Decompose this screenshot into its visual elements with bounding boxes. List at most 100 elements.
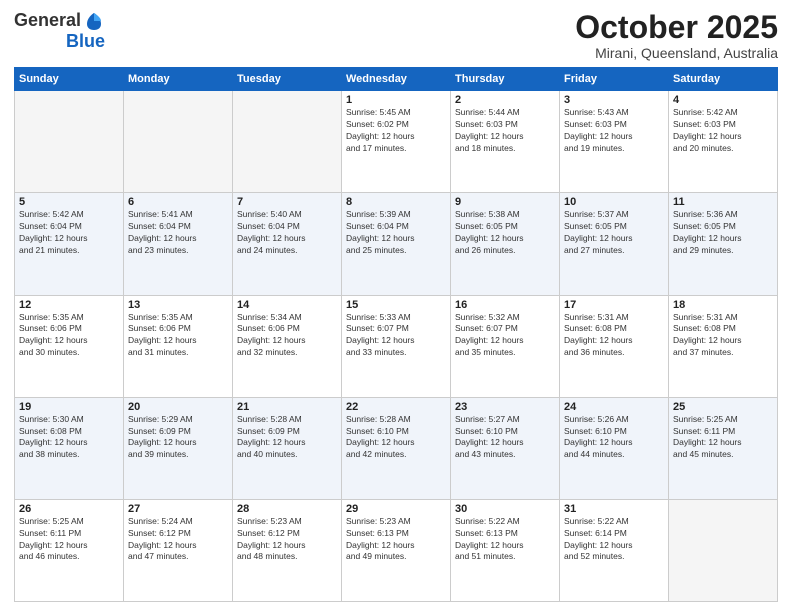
day-info: Sunrise: 5:31 AM Sunset: 6:08 PM Dayligh… [564, 312, 664, 360]
day-number: 12 [19, 299, 119, 311]
table-row [669, 499, 778, 601]
table-row: 22Sunrise: 5:28 AM Sunset: 6:10 PM Dayli… [342, 397, 451, 499]
day-number: 17 [564, 299, 664, 311]
day-number: 1 [346, 94, 446, 106]
day-info: Sunrise: 5:39 AM Sunset: 6:04 PM Dayligh… [346, 209, 446, 257]
table-row: 29Sunrise: 5:23 AM Sunset: 6:13 PM Dayli… [342, 499, 451, 601]
calendar-week-row: 1Sunrise: 5:45 AM Sunset: 6:02 PM Daylig… [15, 91, 778, 193]
day-info: Sunrise: 5:35 AM Sunset: 6:06 PM Dayligh… [19, 312, 119, 360]
table-row: 17Sunrise: 5:31 AM Sunset: 6:08 PM Dayli… [560, 295, 669, 397]
day-number: 29 [346, 503, 446, 515]
day-number: 24 [564, 401, 664, 413]
table-row: 9Sunrise: 5:38 AM Sunset: 6:05 PM Daylig… [451, 193, 560, 295]
day-info: Sunrise: 5:25 AM Sunset: 6:11 PM Dayligh… [19, 516, 119, 564]
table-row: 26Sunrise: 5:25 AM Sunset: 6:11 PM Dayli… [15, 499, 124, 601]
day-info: Sunrise: 5:37 AM Sunset: 6:05 PM Dayligh… [564, 209, 664, 257]
header-saturday: Saturday [669, 68, 778, 91]
header-wednesday: Wednesday [342, 68, 451, 91]
table-row: 25Sunrise: 5:25 AM Sunset: 6:11 PM Dayli… [669, 397, 778, 499]
day-number: 16 [455, 299, 555, 311]
day-info: Sunrise: 5:38 AM Sunset: 6:05 PM Dayligh… [455, 209, 555, 257]
day-info: Sunrise: 5:42 AM Sunset: 6:03 PM Dayligh… [673, 107, 773, 155]
table-row: 16Sunrise: 5:32 AM Sunset: 6:07 PM Dayli… [451, 295, 560, 397]
table-row: 30Sunrise: 5:22 AM Sunset: 6:13 PM Dayli… [451, 499, 560, 601]
day-info: Sunrise: 5:30 AM Sunset: 6:08 PM Dayligh… [19, 414, 119, 462]
table-row: 8Sunrise: 5:39 AM Sunset: 6:04 PM Daylig… [342, 193, 451, 295]
calendar-week-row: 12Sunrise: 5:35 AM Sunset: 6:06 PM Dayli… [15, 295, 778, 397]
calendar-title: October 2025 [575, 10, 778, 45]
logo-icon [83, 10, 105, 32]
day-info: Sunrise: 5:42 AM Sunset: 6:04 PM Dayligh… [19, 209, 119, 257]
day-number: 10 [564, 196, 664, 208]
day-number: 11 [673, 196, 773, 208]
table-row [124, 91, 233, 193]
day-number: 27 [128, 503, 228, 515]
logo: General Blue [14, 10, 105, 52]
calendar-subtitle: Mirani, Queensland, Australia [575, 45, 778, 61]
logo-general-text: General [14, 11, 81, 31]
day-number: 3 [564, 94, 664, 106]
day-number: 8 [346, 196, 446, 208]
day-info: Sunrise: 5:28 AM Sunset: 6:09 PM Dayligh… [237, 414, 337, 462]
table-row: 5Sunrise: 5:42 AM Sunset: 6:04 PM Daylig… [15, 193, 124, 295]
day-number: 14 [237, 299, 337, 311]
calendar-week-row: 5Sunrise: 5:42 AM Sunset: 6:04 PM Daylig… [15, 193, 778, 295]
calendar-table: Sunday Monday Tuesday Wednesday Thursday… [14, 67, 778, 602]
day-info: Sunrise: 5:40 AM Sunset: 6:04 PM Dayligh… [237, 209, 337, 257]
day-info: Sunrise: 5:23 AM Sunset: 6:12 PM Dayligh… [237, 516, 337, 564]
day-info: Sunrise: 5:25 AM Sunset: 6:11 PM Dayligh… [673, 414, 773, 462]
table-row: 24Sunrise: 5:26 AM Sunset: 6:10 PM Dayli… [560, 397, 669, 499]
table-row: 6Sunrise: 5:41 AM Sunset: 6:04 PM Daylig… [124, 193, 233, 295]
table-row [233, 91, 342, 193]
day-number: 18 [673, 299, 773, 311]
table-row: 1Sunrise: 5:45 AM Sunset: 6:02 PM Daylig… [342, 91, 451, 193]
day-number: 26 [19, 503, 119, 515]
day-number: 4 [673, 94, 773, 106]
day-info: Sunrise: 5:29 AM Sunset: 6:09 PM Dayligh… [128, 414, 228, 462]
table-row: 2Sunrise: 5:44 AM Sunset: 6:03 PM Daylig… [451, 91, 560, 193]
day-info: Sunrise: 5:35 AM Sunset: 6:06 PM Dayligh… [128, 312, 228, 360]
table-row: 31Sunrise: 5:22 AM Sunset: 6:14 PM Dayli… [560, 499, 669, 601]
header-thursday: Thursday [451, 68, 560, 91]
day-info: Sunrise: 5:28 AM Sunset: 6:10 PM Dayligh… [346, 414, 446, 462]
weekday-header-row: Sunday Monday Tuesday Wednesday Thursday… [15, 68, 778, 91]
day-info: Sunrise: 5:41 AM Sunset: 6:04 PM Dayligh… [128, 209, 228, 257]
table-row: 23Sunrise: 5:27 AM Sunset: 6:10 PM Dayli… [451, 397, 560, 499]
table-row: 11Sunrise: 5:36 AM Sunset: 6:05 PM Dayli… [669, 193, 778, 295]
day-info: Sunrise: 5:23 AM Sunset: 6:13 PM Dayligh… [346, 516, 446, 564]
calendar-week-row: 19Sunrise: 5:30 AM Sunset: 6:08 PM Dayli… [15, 397, 778, 499]
day-number: 23 [455, 401, 555, 413]
table-row: 21Sunrise: 5:28 AM Sunset: 6:09 PM Dayli… [233, 397, 342, 499]
day-info: Sunrise: 5:32 AM Sunset: 6:07 PM Dayligh… [455, 312, 555, 360]
calendar-week-row: 26Sunrise: 5:25 AM Sunset: 6:11 PM Dayli… [15, 499, 778, 601]
table-row: 20Sunrise: 5:29 AM Sunset: 6:09 PM Dayli… [124, 397, 233, 499]
day-number: 15 [346, 299, 446, 311]
day-info: Sunrise: 5:31 AM Sunset: 6:08 PM Dayligh… [673, 312, 773, 360]
day-number: 6 [128, 196, 228, 208]
table-row: 19Sunrise: 5:30 AM Sunset: 6:08 PM Dayli… [15, 397, 124, 499]
day-number: 20 [128, 401, 228, 413]
day-info: Sunrise: 5:36 AM Sunset: 6:05 PM Dayligh… [673, 209, 773, 257]
day-number: 28 [237, 503, 337, 515]
header-friday: Friday [560, 68, 669, 91]
table-row: 27Sunrise: 5:24 AM Sunset: 6:12 PM Dayli… [124, 499, 233, 601]
day-number: 9 [455, 196, 555, 208]
header-sunday: Sunday [15, 68, 124, 91]
table-row: 28Sunrise: 5:23 AM Sunset: 6:12 PM Dayli… [233, 499, 342, 601]
day-info: Sunrise: 5:33 AM Sunset: 6:07 PM Dayligh… [346, 312, 446, 360]
day-number: 31 [564, 503, 664, 515]
table-row: 18Sunrise: 5:31 AM Sunset: 6:08 PM Dayli… [669, 295, 778, 397]
table-row: 3Sunrise: 5:43 AM Sunset: 6:03 PM Daylig… [560, 91, 669, 193]
table-row: 7Sunrise: 5:40 AM Sunset: 6:04 PM Daylig… [233, 193, 342, 295]
header-tuesday: Tuesday [233, 68, 342, 91]
header-monday: Monday [124, 68, 233, 91]
header: General Blue October 2025 Mirani, Queens… [14, 10, 778, 61]
table-row: 15Sunrise: 5:33 AM Sunset: 6:07 PM Dayli… [342, 295, 451, 397]
day-info: Sunrise: 5:34 AM Sunset: 6:06 PM Dayligh… [237, 312, 337, 360]
day-number: 25 [673, 401, 773, 413]
table-row: 4Sunrise: 5:42 AM Sunset: 6:03 PM Daylig… [669, 91, 778, 193]
day-info: Sunrise: 5:44 AM Sunset: 6:03 PM Dayligh… [455, 107, 555, 155]
table-row: 10Sunrise: 5:37 AM Sunset: 6:05 PM Dayli… [560, 193, 669, 295]
day-number: 7 [237, 196, 337, 208]
day-number: 2 [455, 94, 555, 106]
